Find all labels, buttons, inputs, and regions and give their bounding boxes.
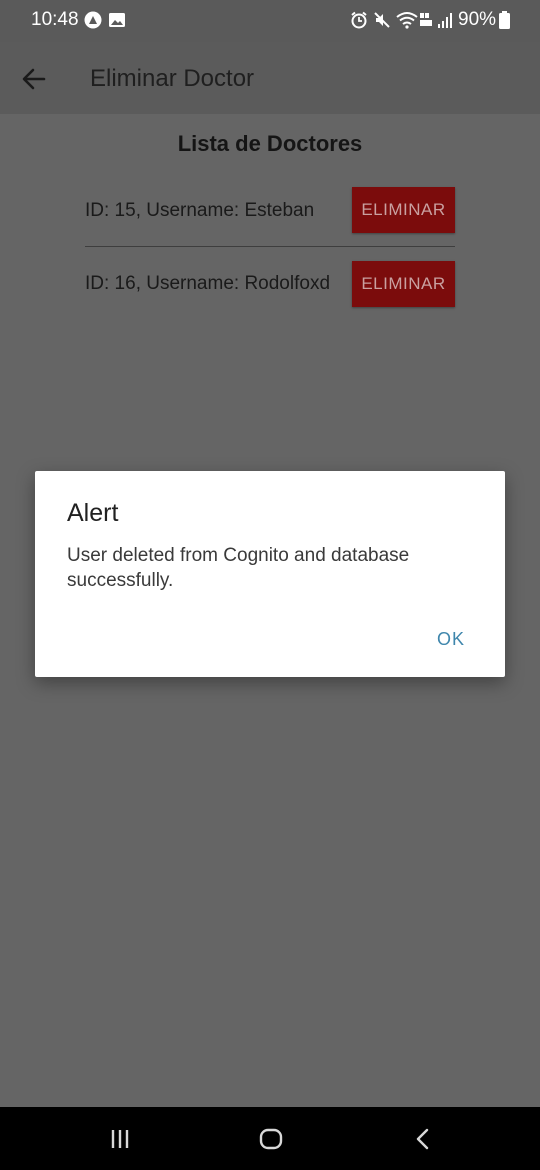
dialog-title: Alert	[67, 499, 119, 527]
volte-icon	[420, 13, 432, 26]
list-item: ID: 15, Username: Esteban ELIMINAR	[85, 187, 455, 233]
app-bar: Eliminar Doctor	[0, 42, 540, 114]
arrow-left-icon[interactable]	[20, 65, 48, 93]
page-title: Eliminar Doctor	[90, 65, 255, 92]
alarm-icon	[351, 11, 367, 29]
home-icon[interactable]	[257, 1127, 285, 1151]
doctor-info-text: ID: 16, Username: Rodolfoxd	[85, 273, 331, 294]
divider	[85, 246, 455, 247]
wifi-icon	[396, 12, 418, 29]
status-bar: 10:48 90%	[0, 0, 540, 42]
doctor-info-text: ID: 15, Username: Esteban	[85, 200, 315, 221]
ok-button[interactable]: OK	[437, 629, 465, 650]
dialog-message: User deleted from Cognito and database s…	[67, 545, 410, 591]
delete-doctor-button[interactable]: ELIMINAR	[352, 187, 455, 233]
alert-dialog: Alert User deleted from Cognito and data…	[35, 471, 505, 677]
delete-doctor-button[interactable]: ELIMINAR	[352, 261, 455, 307]
signal-icon	[438, 13, 452, 28]
recent-apps-icon[interactable]	[107, 1127, 133, 1151]
navigation-bar	[0, 1107, 540, 1170]
back-icon[interactable]	[410, 1127, 436, 1151]
battery-icon	[499, 11, 510, 29]
battery-percentage: 90%	[458, 9, 497, 30]
list-title: Lista de Doctores	[177, 131, 363, 156]
image-notification-icon	[109, 13, 125, 27]
list-item: ID: 16, Username: Rodolfoxd ELIMINAR	[85, 261, 455, 307]
status-time: 10:48	[31, 9, 79, 30]
app-notification-icon	[84, 11, 102, 29]
mute-icon	[374, 12, 390, 28]
